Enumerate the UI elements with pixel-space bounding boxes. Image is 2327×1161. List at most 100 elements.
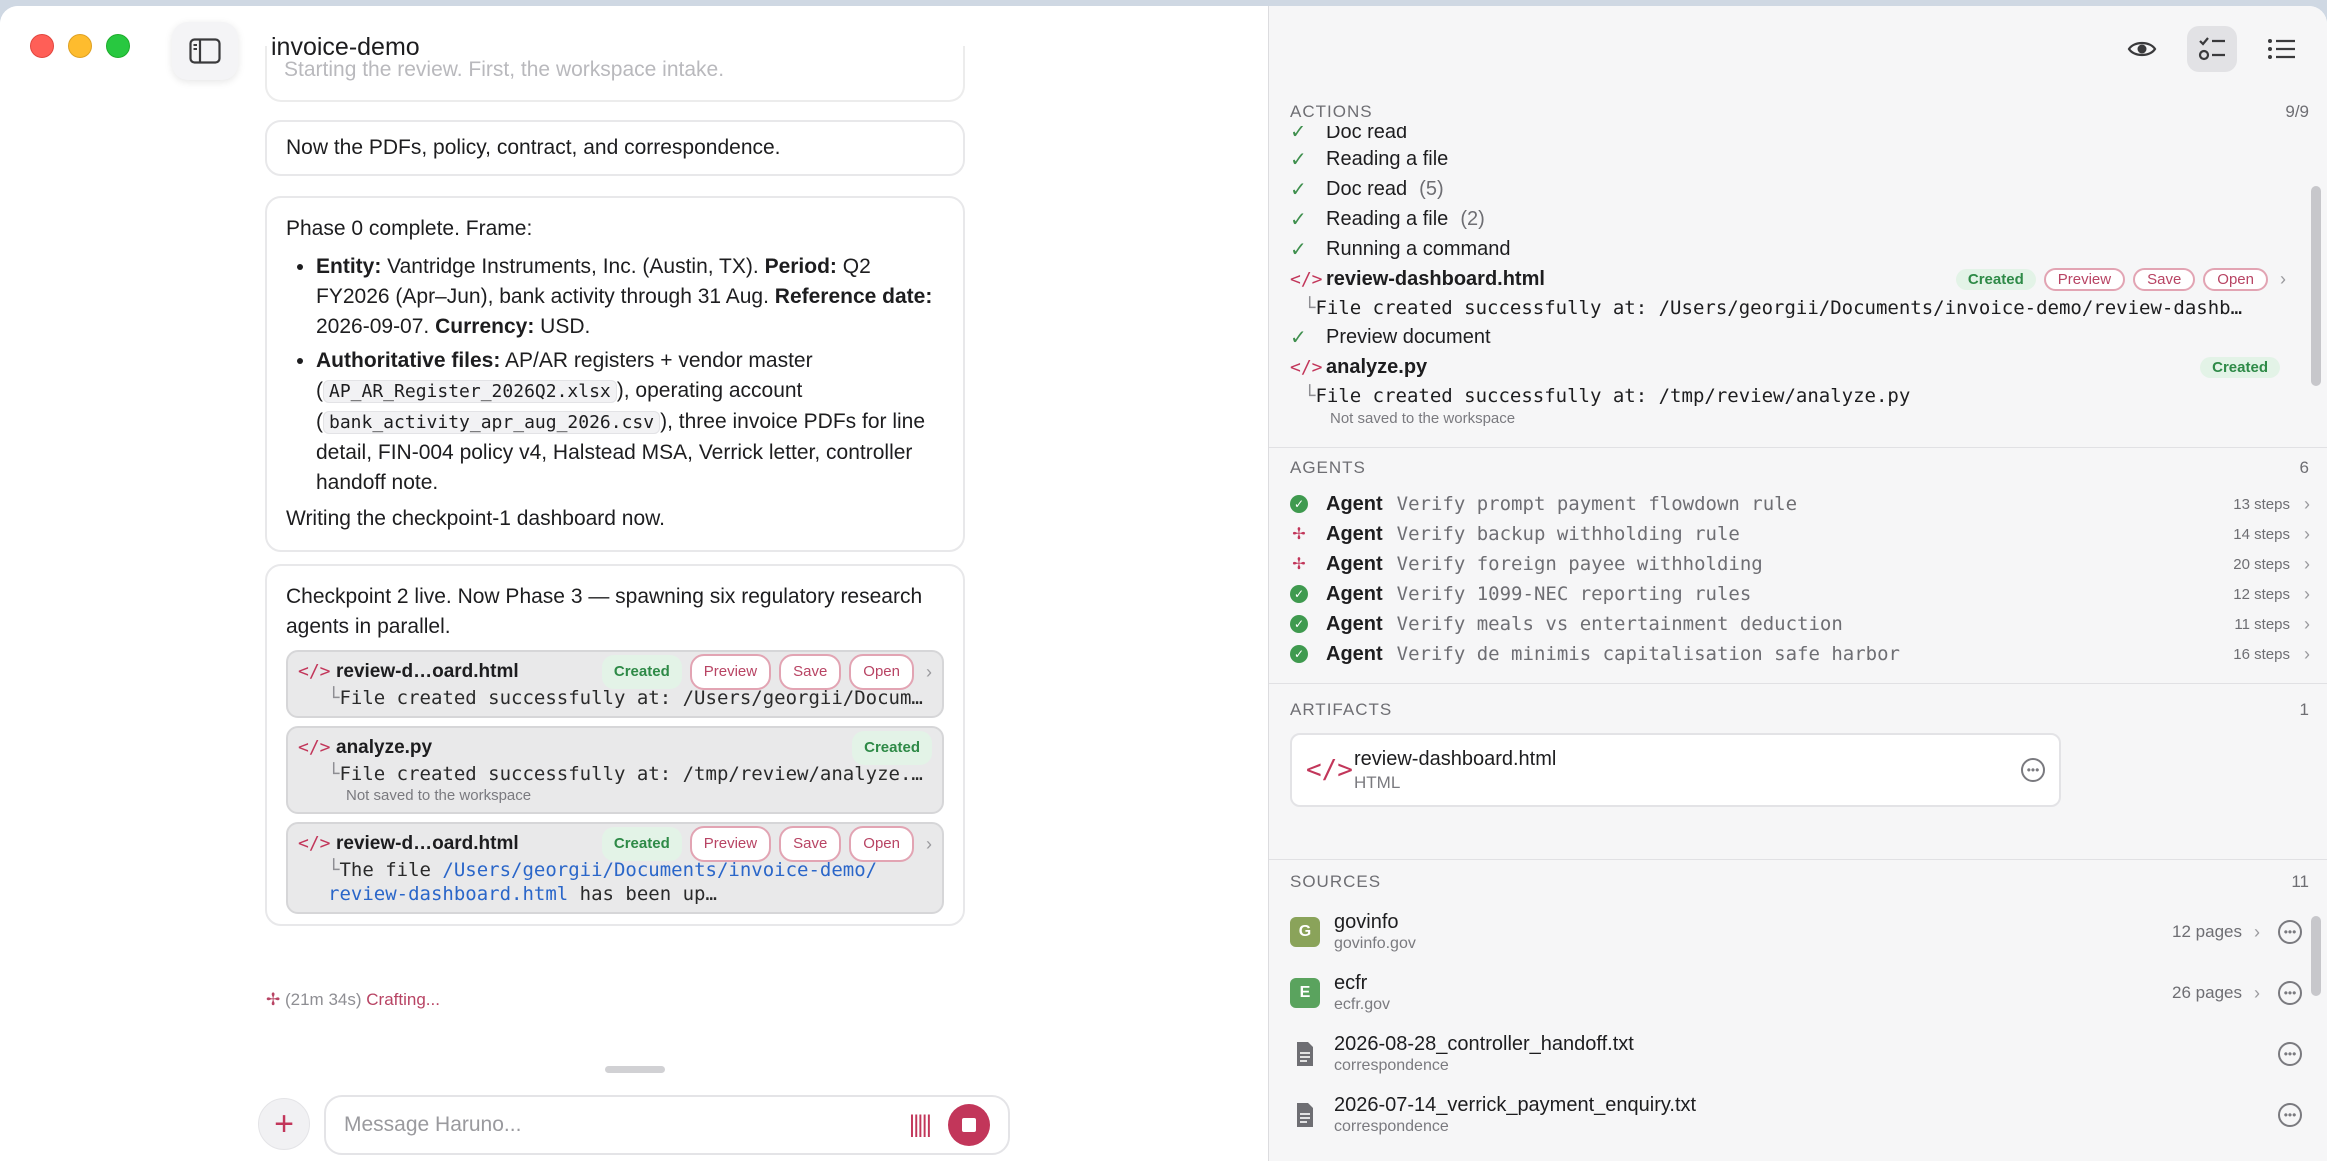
agent-row[interactable]: ✓ Agent Verify prompt payment flowdown r… <box>1290 489 2310 519</box>
chevron-right-icon: › <box>2304 643 2310 664</box>
agent-row[interactable]: ✓ Agent Verify 1099-NEC reporting rules … <box>1290 579 2310 609</box>
action-label: Preview document <box>1326 325 1491 348</box>
message-bullet-list: Entity: Vantridge Instruments, Inc. (Aus… <box>316 252 944 498</box>
chat-pane: Starting the review. First, the workspac… <box>0 6 1268 1161</box>
tool-card-file[interactable]: </> analyze.py Created └File created suc… <box>286 726 944 814</box>
open-button[interactable]: Open <box>849 654 914 690</box>
save-button[interactable]: Save <box>779 826 842 862</box>
chevron-right-icon[interactable]: › <box>926 829 932 859</box>
check-circle-icon: ✓ <box>1290 585 1308 603</box>
artifact-name: review-dashboard.html <box>1354 747 1557 770</box>
tool-output-text: File created successfully at: /tmp/revie… <box>1315 385 1911 407</box>
stop-button[interactable] <box>948 1104 990 1146</box>
check-icon: ✓ <box>1290 178 1307 201</box>
more-options-icon[interactable]: ••• <box>2021 758 2045 782</box>
zoom-window-button[interactable] <box>106 34 130 58</box>
chevron-right-icon[interactable]: › <box>2254 983 2260 1004</box>
sidebar-icon <box>189 38 221 64</box>
agent-steps: 13 steps <box>2233 495 2290 513</box>
chevron-right-icon[interactable]: › <box>2280 269 2286 290</box>
tool-output-note: Not saved to the workspace <box>346 787 532 804</box>
agent-row[interactable]: ✓ Agent Verify meals vs entertainment de… <box>1290 609 2310 639</box>
check-circle-icon: ✓ <box>1290 615 1308 633</box>
file-path-link[interactable]: review-dashboard.html <box>328 883 568 905</box>
agent-steps: 11 steps <box>2234 615 2290 633</box>
status-badge: Created <box>601 827 682 861</box>
list-icon <box>2268 39 2295 59</box>
action-item[interactable]: ✓ Doc read <box>1290 126 2290 144</box>
source-category: correspondence <box>1334 1118 1449 1135</box>
outline-toggle-button[interactable] <box>2257 26 2307 72</box>
file-path-link[interactable]: /Users/georgii/Documents/invoice-demo/ <box>442 859 877 881</box>
agent-row[interactable]: ✢ Agent Verify foreign payee withholding… <box>1290 549 2310 579</box>
app-window: Starting the review. First, the workspac… <box>0 6 2327 1161</box>
agents-section-title: AGENTS <box>1290 458 1366 477</box>
preview-button[interactable]: Preview <box>689 654 772 690</box>
minimize-window-button[interactable] <box>68 34 92 58</box>
add-attachment-button[interactable]: + <box>258 1098 310 1150</box>
action-file-item[interactable]: </> analyze.py Created <box>1290 352 2290 382</box>
action-item[interactable]: ✓ Doc read (5) <box>1290 174 2290 204</box>
checklist-toggle-button[interactable] <box>2187 26 2237 72</box>
tool-output-text: File created successfully at: /Users/geo… <box>1315 297 2243 319</box>
action-item[interactable]: ✓ Reading a file (2) <box>1290 204 2290 234</box>
actions-scrollbar[interactable] <box>2311 186 2321 386</box>
code-icon: </> <box>1290 356 1323 378</box>
eye-icon <box>2127 41 2157 57</box>
source-item[interactable]: 2026-08-28_controller_handoff.txt corres… <box>1290 1026 2302 1082</box>
save-button[interactable]: Save <box>2133 267 2196 291</box>
source-domain: govinfo.gov <box>1334 935 1416 952</box>
close-window-button[interactable] <box>30 34 54 58</box>
chevron-right-icon[interactable]: › <box>2254 922 2260 943</box>
code-icon: </> <box>298 833 331 854</box>
chevron-right-icon[interactable]: › <box>926 657 932 687</box>
voice-waveform-icon[interactable]: ||||| <box>909 1111 932 1139</box>
source-item[interactable]: E ecfr ecfr.gov 26 pages › ••• <box>1290 965 2302 1021</box>
stop-icon <box>962 1118 976 1132</box>
agent-task: Verify meals vs entertainment deduction <box>1396 613 1843 635</box>
preview-toggle-button[interactable] <box>2117 26 2167 72</box>
action-label: Doc read <box>1326 126 1408 143</box>
preview-button[interactable]: Preview <box>2043 267 2126 291</box>
agent-row[interactable]: ✓ Agent Verify de minimis capitalisation… <box>1290 639 2310 669</box>
artifact-card[interactable]: </> review-dashboard.html HTML ••• <box>1290 733 2061 807</box>
bullet-text: Vantridge Instruments, Inc. (Austin, TX)… <box>387 255 759 278</box>
resize-handle[interactable] <box>605 1066 665 1073</box>
preview-button[interactable]: Preview <box>689 826 772 862</box>
code-icon: </> <box>1306 755 1353 785</box>
source-pages: 12 pages <box>2172 922 2242 941</box>
agent-row[interactable]: ✢ Agent Verify backup withholding rule 1… <box>1290 519 2310 549</box>
sidebar-toggle-button[interactable] <box>172 22 238 80</box>
tool-output-line: └File created successfully at: /Users/ge… <box>1304 297 2243 319</box>
more-options-icon[interactable]: ••• <box>2278 981 2302 1005</box>
action-item[interactable]: ✓ Preview document <box>1290 322 2290 352</box>
more-options-icon[interactable]: ••• <box>2278 1103 2302 1127</box>
tool-output-line: └File created successfully at: /tmp/revi… <box>1304 385 1911 407</box>
sources-scrollbar[interactable] <box>2311 916 2321 996</box>
tool-output-text: has been up… <box>568 883 717 905</box>
activity-status: ✢ (21m 34s) Crafting... <box>266 990 440 1010</box>
tool-card-file[interactable]: </> review-d…oard.html Created Preview S… <box>286 650 944 718</box>
open-button[interactable]: Open <box>2203 267 2268 291</box>
source-item[interactable]: 2026-07-14_verrick_payment_enquiry.txt c… <box>1290 1087 2302 1143</box>
agent-label: Agent <box>1326 492 1383 515</box>
file-name: review-dashboard.html <box>1326 267 1545 290</box>
source-item[interactable]: G govinfo govinfo.gov 12 pages › ••• <box>1290 904 2302 960</box>
open-button[interactable]: Open <box>849 826 914 862</box>
action-item[interactable]: ✓ Reading a file <box>1290 144 2290 174</box>
agent-label: Agent <box>1326 552 1383 575</box>
action-item[interactable]: ✓ Running a command <box>1290 234 2290 264</box>
bold-label: Period: <box>764 255 837 278</box>
check-circle-icon: ✓ <box>1290 645 1308 663</box>
action-file-item[interactable]: </> review-dashboard.html Created Previe… <box>1290 264 2290 294</box>
more-options-icon[interactable]: ••• <box>2278 1042 2302 1066</box>
more-options-icon[interactable]: ••• <box>2278 920 2302 944</box>
tool-card-file[interactable]: </> review-d…oard.html Created Preview S… <box>286 822 944 914</box>
tool-output-note: Not saved to the workspace <box>1330 410 1516 427</box>
check-icon: ✓ <box>1290 326 1307 349</box>
agent-task: Verify backup withholding rule <box>1396 523 1740 545</box>
message-input[interactable] <box>344 1113 909 1137</box>
sources-section-title: SOURCES <box>1290 872 1382 891</box>
file-name: review-d…oard.html <box>336 833 519 854</box>
save-button[interactable]: Save <box>779 654 842 690</box>
